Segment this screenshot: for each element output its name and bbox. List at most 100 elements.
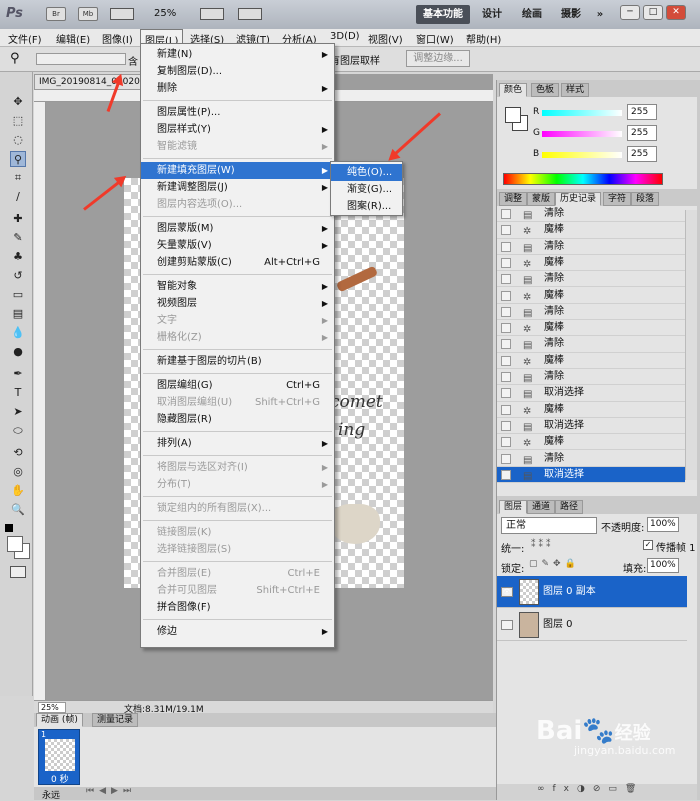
history-snapshot-box[interactable] — [501, 437, 511, 448]
layer-menu-item[interactable]: 新建调整图层(J) ▶ — [141, 179, 334, 196]
document-tab[interactable]: IMG_20190814_08020 — [34, 74, 144, 90]
history-snapshot-box[interactable] — [501, 257, 511, 268]
layer-menu-item[interactable]: 智能对象 ▶ — [141, 278, 334, 295]
submenu-pattern[interactable]: 图案(R)... — [331, 198, 402, 215]
tab-paths[interactable]: 路径 — [555, 500, 584, 514]
layer-menu-item[interactable]: 隐藏图层(R) — [141, 411, 334, 428]
history-item[interactable]: ▤ 清除 — [497, 304, 685, 321]
tab-masks[interactable]: 蒙版 — [527, 192, 556, 206]
opacity-input[interactable]: 100% — [647, 517, 679, 532]
layer-menu-item[interactable]: 删除 ▶ — [141, 80, 334, 97]
channel-b-slider[interactable] — [542, 152, 622, 158]
move-tool-icon[interactable]: ✥ — [10, 94, 26, 110]
gradient-tool-icon[interactable]: ▤ — [10, 306, 26, 322]
lasso-tool-icon[interactable]: ◌ — [10, 132, 26, 148]
history-snapshot-box[interactable] — [501, 339, 511, 350]
history-item[interactable]: ▤ 取消选择 — [497, 466, 685, 484]
tab-styles[interactable]: 样式 — [561, 83, 590, 97]
menu-view[interactable]: 视图(V) — [368, 31, 403, 46]
type-tool-icon[interactable]: T — [10, 385, 26, 401]
history-snapshot-box[interactable] — [501, 290, 511, 301]
history-item[interactable]: ✲ 魔棒 — [497, 434, 685, 451]
blur-tool-icon[interactable]: 💧 — [10, 325, 26, 341]
history-item[interactable]: ▤ 清除 — [497, 451, 685, 467]
eraser-tool-icon[interactable]: ▭ — [10, 287, 26, 303]
history-snapshot-box[interactable] — [501, 453, 511, 464]
3d-orbit-icon[interactable]: ◎ — [10, 464, 26, 480]
history-snapshot-box[interactable] — [501, 225, 511, 236]
history-snapshot-box[interactable] — [501, 469, 511, 480]
submenu-solid-color[interactable]: 纯色(O)... — [331, 164, 402, 181]
layer-menu-item[interactable]: 图层编组(G) Ctrl+G — [141, 377, 334, 394]
tab-channels[interactable]: 通道 — [527, 500, 556, 514]
history-item[interactable]: ✲ 魔棒 — [497, 222, 685, 239]
frame-1[interactable]: 1 0 秒 — [38, 729, 80, 785]
layer-row-original[interactable]: 图层 0 — [497, 609, 687, 641]
blend-mode-select[interactable]: 正常 — [501, 517, 597, 534]
layer-menu-item[interactable]: 修边 ▶ — [141, 623, 334, 640]
submenu-gradient[interactable]: 渐变(G)... — [331, 181, 402, 198]
layer-menu-item[interactable]: 新建(N) ▶ — [141, 46, 334, 63]
mini-bridge-button[interactable]: Mb — [78, 7, 98, 21]
workspace-essentials[interactable]: 基本功能 — [416, 5, 470, 24]
layer-menu-item[interactable]: 矢量蒙版(V) ▶ — [141, 237, 334, 254]
history-scrollbar[interactable] — [685, 210, 697, 480]
history-item[interactable]: ▤ 取消选择 — [497, 385, 685, 402]
tab-layers[interactable]: 图层 — [499, 500, 528, 514]
history-snapshot-box[interactable] — [501, 323, 511, 334]
history-snapshot-box[interactable] — [501, 404, 511, 415]
layer-menu-item[interactable]: 排列(A) ▶ — [141, 435, 334, 452]
fill-input[interactable]: 100% — [647, 558, 679, 573]
marquee-tool-icon[interactable]: ⬚ — [10, 113, 26, 129]
workspace-design[interactable]: 设计 — [476, 5, 508, 24]
history-snapshot-box[interactable] — [501, 420, 511, 431]
crop-tool-icon[interactable]: ⌗ — [10, 170, 26, 186]
channel-r-slider[interactable] — [542, 110, 622, 116]
sample-all-layers-label[interactable]: 有图层取样 — [330, 52, 380, 67]
quick-mask-icon[interactable] — [10, 566, 26, 578]
more-workspaces[interactable]: » — [592, 5, 608, 24]
frame-delay[interactable]: 0 秒 — [51, 772, 69, 785]
history-snapshot-box[interactable] — [501, 306, 511, 317]
tab-history[interactable]: 历史记录 — [555, 192, 602, 206]
channel-r-value[interactable]: 255 — [627, 104, 657, 120]
zoom-tool-icon[interactable]: 🔍 — [10, 502, 26, 518]
clone-stamp-icon[interactable]: ♣ — [10, 249, 26, 265]
history-item[interactable]: ▤ 清除 — [497, 369, 685, 386]
history-item[interactable]: ▤ 清除 — [497, 271, 685, 288]
layer-menu-item[interactable]: 新建基于图层的切片(B) — [141, 353, 334, 370]
3d-rotate-icon[interactable]: ⟲ — [10, 445, 26, 461]
layer-menu-item[interactable]: 拼合图像(F) — [141, 599, 334, 616]
history-item[interactable]: ✲ 魔棒 — [497, 320, 685, 337]
propagate-checkbox[interactable]: ✓ — [643, 540, 653, 550]
bridge-button[interactable]: Br — [46, 7, 66, 21]
path-selection-icon[interactable]: ➤ — [10, 404, 26, 420]
unify-icons[interactable]: ⁑⁑⁑ — [531, 540, 554, 550]
channel-g-value[interactable]: 255 — [627, 125, 657, 141]
tab-adjustments[interactable]: 调整 — [499, 192, 528, 206]
history-item[interactable]: ▤ 清除 — [497, 336, 685, 353]
menu-edit[interactable]: 编辑(E) — [56, 31, 90, 46]
history-item[interactable]: ✲ 魔棒 — [497, 402, 685, 418]
close-button[interactable]: ✕ — [666, 5, 686, 20]
layers-footer-buttons[interactable]: ∞fx◑⊘▭🗑 — [497, 784, 697, 800]
screen-mode-icon[interactable] — [238, 8, 262, 20]
history-snapshot-box[interactable] — [501, 209, 511, 219]
tab-animation-frames[interactable]: 动画 (帧) — [36, 713, 83, 727]
selection-mode-buttons[interactable] — [36, 53, 126, 65]
workspace-painting[interactable]: 绘画 — [514, 5, 550, 24]
history-snapshot-box[interactable] — [501, 388, 511, 399]
layer-visibility-eye-icon[interactable]: 👁 — [501, 587, 513, 597]
channel-b-value[interactable]: 255 — [627, 146, 657, 162]
color-spectrum-bar[interactable] — [503, 173, 663, 185]
menu-3d[interactable]: 3D(D) — [330, 31, 360, 42]
lock-icons[interactable]: ▢✎✥🔒 — [529, 559, 580, 569]
menu-help[interactable]: 帮助(H) — [466, 31, 501, 46]
layer-menu-item[interactable]: 图层样式(Y) ▶ — [141, 121, 334, 138]
maximize-button[interactable]: □ — [643, 5, 663, 20]
status-zoom[interactable]: 25% — [38, 702, 66, 713]
layer-menu-item[interactable]: 图层属性(P)... — [141, 104, 334, 121]
shape-tool-icon[interactable]: ⬭ — [10, 423, 26, 439]
history-snapshot-box[interactable] — [501, 274, 511, 285]
history-snapshot-box[interactable] — [501, 355, 511, 366]
